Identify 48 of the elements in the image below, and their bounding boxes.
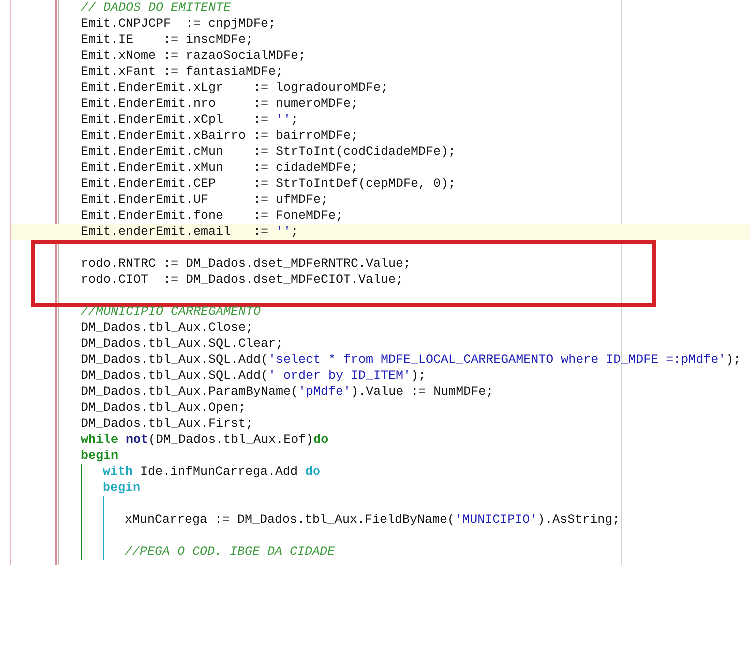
code-text: Emit.EnderEmit.CEP := StrToIntDef(cepMDFe, 0); (81, 177, 456, 191)
code-text: Emit.EnderEmit.cMun := StrToInt(codCidadeMDFe); (81, 145, 456, 159)
code-text: DM_Dados.tbl_Aux.Close; (81, 321, 254, 335)
code-text: xMunCarrega := DM_Dados.tbl_Aux.FieldByName( (125, 513, 456, 527)
code-text: ; (291, 225, 299, 239)
code-text: (DM_Dados.tbl_Aux.Eof) (148, 433, 314, 447)
code-keyword: do (306, 465, 321, 479)
code-text: Emit.xNome := razaoSocialMDFe; (81, 49, 306, 63)
code-keyword: with (103, 465, 134, 479)
code-text: DM_Dados.tbl_Aux.Open; (81, 401, 246, 415)
code-text: Ide.infMunCarrega.Add (140, 465, 300, 479)
code-keyword: begin (81, 449, 119, 463)
code-text: Emit.CNPJCPF := cnpjMDFe; (81, 17, 276, 31)
code-text: Emit.EnderEmit.xBairro := bairroMDFe; (81, 129, 359, 143)
code-text: Emit.EnderEmit.xMun := cidadeMDFe; (81, 161, 359, 175)
string-literal: '' (276, 225, 292, 239)
code-text: DM_Dados.tbl_Aux.SQL.Add( (81, 353, 269, 367)
string-literal: ' order by ID_ITEM' (268, 369, 412, 383)
string-literal: 'pMdfe' (298, 385, 352, 399)
code-text: Emit.EnderEmit.xLgr := logradouroMDFe; (81, 81, 389, 95)
code-text: ).Value := NumMDFe; (351, 385, 494, 399)
code-text: ; (291, 113, 299, 127)
code-text: DM_Dados.tbl_Aux.ParamByName( (81, 385, 299, 399)
code-comment: //MUNICIPIO CARREGAMENTO (81, 305, 262, 319)
code-text: ); (411, 369, 426, 383)
code-text: rodo.RNTRC := DM_Dados.dset_MDFeRNTRC.Value; (81, 257, 412, 271)
code-text: ).AsString; (538, 513, 620, 527)
code-text: DM_Dados.tbl_Aux.SQL.Clear; (81, 337, 284, 351)
code-keyword: not (126, 433, 149, 447)
code-text: Emit.EnderEmit.nro := numeroMDFe; (81, 97, 359, 111)
code-text: Emit.EnderEmit.UF := ufMDFe; (81, 193, 329, 207)
code-keyword: begin (103, 481, 141, 495)
code-comment: //PEGA O COD. IBGE DA CIDADE (125, 545, 336, 559)
code-text: Emit.IE := inscMDFe; (81, 33, 254, 47)
code-text: Emit.EnderEmit.fone := FoneMDFe; (81, 209, 344, 223)
string-literal: 'select * from MDFE_LOCAL_CARREGAMENTO where ID_MDFE =:pMdfe' (268, 353, 726, 367)
code-keyword: do (314, 433, 329, 447)
code-text: ); (726, 353, 742, 367)
code-keyword: while (81, 433, 119, 447)
string-literal: '' (276, 113, 292, 127)
code-text: rodo.CIOT := DM_Dados.dset_MDFeCIOT.Value; (81, 273, 404, 287)
code-text: Emit.EnderEmit.xCpl := (81, 113, 270, 127)
code-text: Emit.enderEmit.email := (81, 225, 270, 239)
code-text: DM_Dados.tbl_Aux.First; (81, 417, 254, 431)
string-literal: 'MUNICIPIO' (455, 513, 538, 527)
code-text: Emit.xFant := fantasiaMDFe; (81, 65, 284, 79)
code-comment: // DADOS DO EMITENTE (81, 1, 232, 15)
code-text: DM_Dados.tbl_Aux.SQL.Add( (81, 369, 269, 383)
